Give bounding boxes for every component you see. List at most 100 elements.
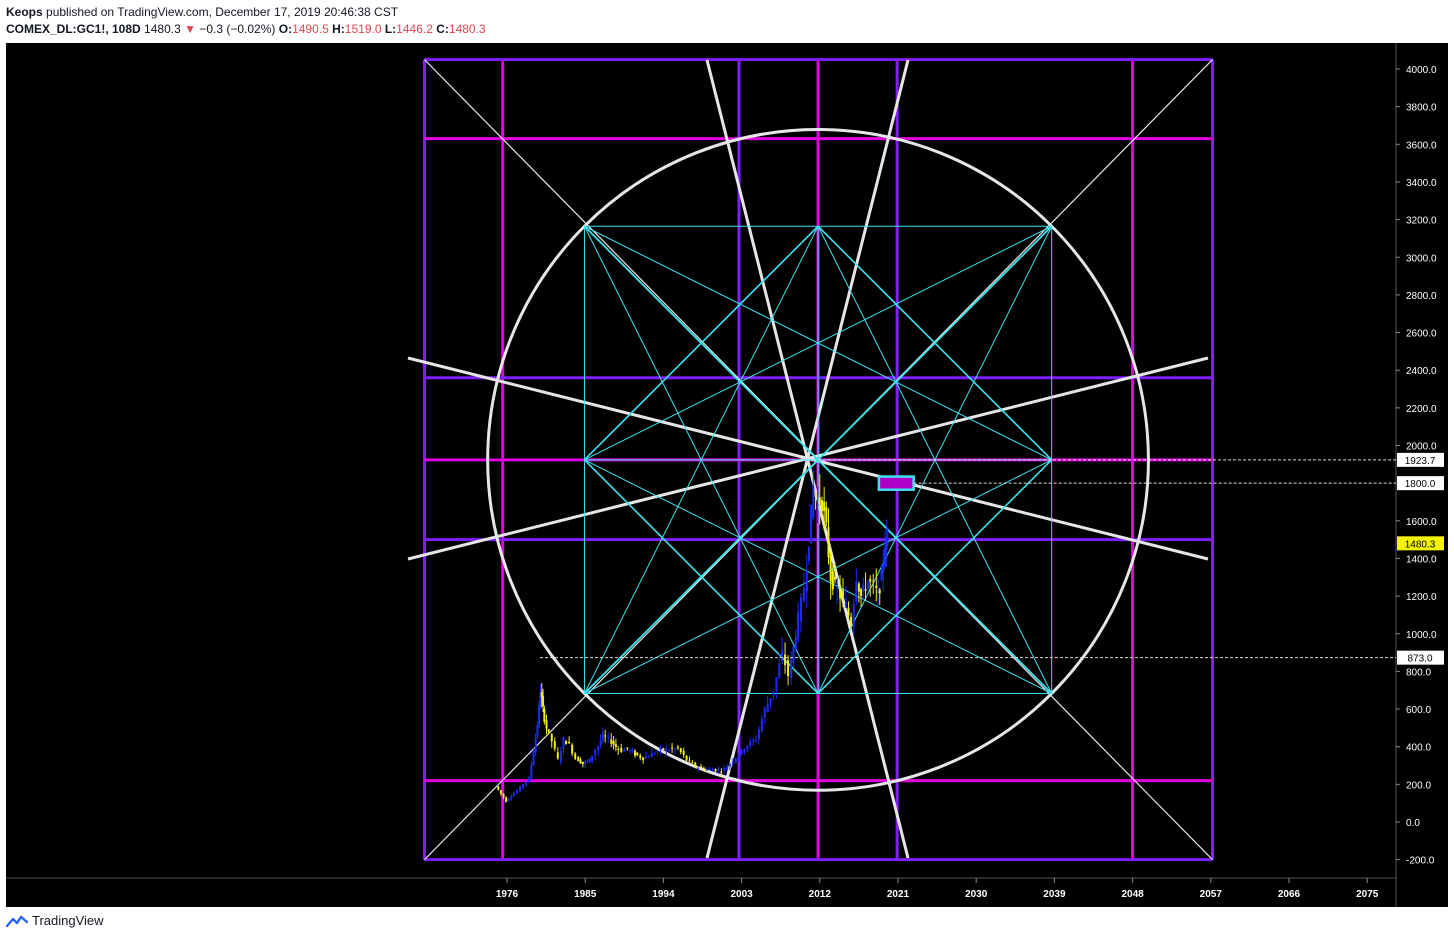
candle-body: [882, 563, 885, 574]
candle-body: [542, 696, 545, 707]
candle-body: [778, 663, 781, 679]
y-tick-label: 2000.0: [1406, 442, 1437, 453]
candle-body: [799, 597, 802, 621]
y-tick-label: 3000.0: [1406, 253, 1437, 264]
candle-body: [694, 762, 697, 768]
candle-body: [614, 744, 617, 747]
candle-body: [697, 767, 700, 769]
candle-body: [631, 750, 634, 752]
footer-brand[interactable]: TradingView: [32, 913, 104, 928]
y-tick-label: 600.0: [1406, 705, 1431, 716]
candle-body: [553, 741, 556, 749]
y-tick-label: 2800.0: [1406, 291, 1437, 302]
candle-body: [857, 583, 860, 592]
candle-body: [642, 757, 645, 760]
candle-body: [607, 736, 610, 738]
candle-body: [850, 616, 853, 626]
candle-body: [820, 499, 823, 512]
candle-body: [711, 769, 714, 771]
candle-body: [519, 786, 522, 792]
candle-body: [656, 751, 659, 753]
candle-body: [823, 501, 826, 512]
candle-body: [814, 491, 817, 497]
candle-body: [825, 507, 828, 523]
candle-body: [847, 607, 850, 616]
candle-body: [757, 729, 760, 739]
candle-body: [617, 748, 620, 750]
candle-body: [650, 753, 653, 757]
candle-body: [512, 793, 515, 797]
candle-body: [568, 741, 571, 744]
candle-body: [810, 504, 813, 544]
candle-body: [612, 740, 615, 745]
y-tick-label: -200.0: [1406, 856, 1435, 867]
candle-body: [784, 654, 787, 666]
candle-body: [886, 542, 889, 544]
x-tick-label: 2075: [1356, 889, 1379, 900]
highlight-box[interactable]: [877, 475, 915, 491]
candle-body: [729, 764, 732, 766]
y-tick-label: 3400.0: [1406, 178, 1437, 189]
candle-body: [746, 745, 749, 750]
candle-body: [543, 708, 546, 722]
tradingview-logo-icon[interactable]: [6, 914, 28, 928]
x-tick-label: 2048: [1121, 889, 1144, 900]
candle-body: [872, 580, 875, 582]
candle-body: [805, 570, 808, 592]
candle-body: [581, 761, 584, 764]
x-tick-label: 2003: [730, 889, 753, 900]
candle-body: [812, 485, 815, 518]
candle-body: [534, 737, 537, 753]
candle-body: [787, 660, 790, 677]
chart-canvas[interactable]: 1923.7 1800.0 1480.3 873.0 4000.0 3800.0 3600…: [0, 0, 1454, 942]
candle-body: [880, 570, 883, 581]
candle-body: [720, 771, 723, 773]
candle-body: [636, 752, 639, 756]
x-tick-label: 2057: [1200, 889, 1223, 900]
candle-body: [797, 612, 800, 640]
candle-body: [869, 579, 872, 582]
candle-body: [673, 748, 676, 751]
candle-body: [700, 766, 703, 768]
candle-body: [665, 748, 668, 752]
candle-body: [685, 755, 688, 761]
candle-body: [591, 755, 594, 762]
candle-body: [792, 646, 795, 663]
x-tick-label: 2012: [809, 889, 832, 900]
candle-body: [579, 759, 582, 764]
candle-body: [639, 755, 642, 758]
candle-body: [527, 777, 530, 783]
candle-body: [790, 658, 793, 679]
candle-body: [731, 761, 734, 764]
candle-body: [878, 589, 881, 594]
candle-body: [510, 796, 513, 799]
x-tick-label: 1985: [574, 889, 597, 900]
candle-body: [834, 577, 837, 580]
candle-body: [844, 603, 847, 606]
candle-body: [688, 760, 691, 762]
candle-body: [864, 589, 867, 591]
candle-body: [714, 768, 717, 772]
candle-body: [829, 555, 832, 582]
candle-body: [515, 790, 518, 794]
y-tick-label: 1000.0: [1406, 630, 1437, 641]
candle-body: [807, 546, 810, 561]
candle-body: [794, 637, 797, 649]
candle-body: [708, 768, 711, 770]
candle-body: [734, 758, 737, 763]
candle-body: [691, 762, 694, 764]
candle-body: [577, 756, 580, 762]
candle-body: [705, 769, 708, 771]
candle-body: [565, 740, 568, 745]
x-tick-label: 1994: [652, 889, 675, 900]
candle-body: [647, 756, 650, 758]
candle-body: [626, 747, 629, 749]
candle-body: [862, 584, 865, 592]
footer: TradingView: [6, 913, 104, 928]
candle-body: [775, 677, 778, 691]
candle-body: [755, 740, 758, 742]
y-tick-label: 1600.0: [1406, 517, 1437, 528]
candle-body: [497, 786, 500, 790]
candle-body: [772, 691, 775, 695]
candle-body: [883, 547, 886, 567]
